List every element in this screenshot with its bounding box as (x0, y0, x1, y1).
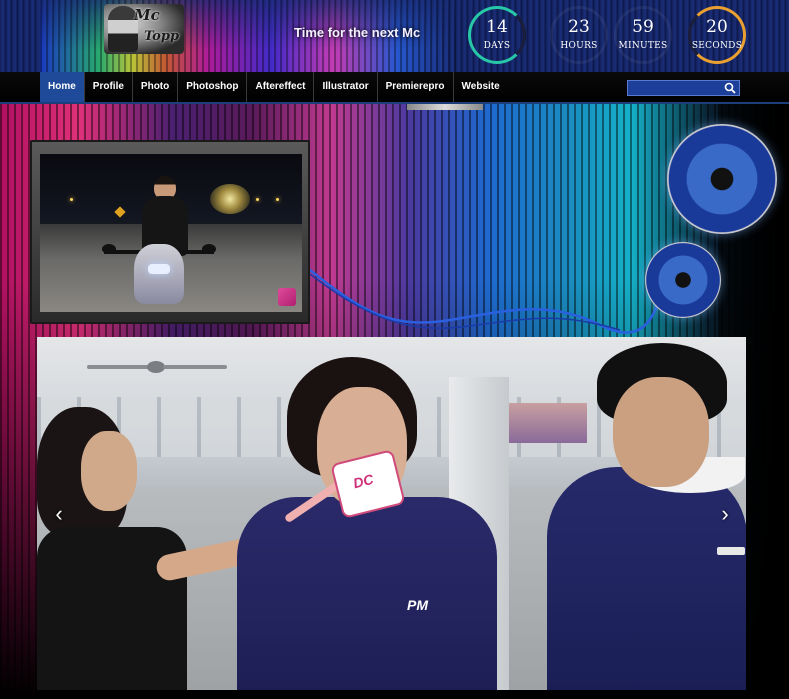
slide-person-interviewee: PM (237, 357, 497, 690)
person-face (81, 431, 137, 511)
video-screen[interactable] (40, 154, 302, 312)
header-tagline: Time for the next Mc (294, 25, 421, 40)
countdown-hours: 23 HOURS (550, 6, 608, 64)
countdown-minutes: 59 MINUTES (614, 6, 672, 64)
nav-item-profile[interactable]: Profile (85, 72, 133, 102)
search-icon[interactable] (723, 81, 737, 95)
main-nav: Home Profile Photo Photoshop Aftereffect… (0, 72, 789, 104)
countdown-days-value: 14 (486, 17, 508, 37)
countdown-days: 14 DAYS (468, 6, 526, 64)
nav-item-photo[interactable]: Photo (133, 72, 179, 102)
video-player[interactable] (30, 140, 310, 324)
video-scene-tree (210, 184, 250, 214)
countdown-seconds-label: SECONDS (691, 41, 743, 51)
video-logo-icon (278, 288, 296, 306)
search-box (627, 80, 740, 96)
person-shirt (37, 527, 187, 690)
nav-item-home[interactable]: Home (40, 72, 85, 102)
slide-person-bystander (517, 337, 746, 690)
bike-headlight (148, 264, 170, 274)
nav-item-illustrator[interactable]: Illustrator (314, 72, 378, 102)
site-logo[interactable]: Mc Topp (104, 4, 184, 54)
countdown-minutes-label: MINUTES (618, 41, 668, 51)
shirt-emblem: PM (407, 597, 428, 613)
video-scene-lamp (256, 198, 259, 201)
countdown-seconds-value: 20 (706, 17, 728, 37)
speaker-large-icon (667, 124, 777, 234)
search-input[interactable] (628, 81, 724, 95)
person-shirt (237, 497, 497, 690)
site-header: Mc Topp Time for the next Mc 14 DAYS 23 … (0, 0, 789, 72)
bike-fairing (134, 244, 184, 304)
chevron-left-icon[interactable]: ‹ (48, 498, 70, 530)
image-slider[interactable]: PM (37, 337, 746, 690)
speaker-cable (309, 249, 672, 334)
slider-bottom-bar (37, 690, 746, 699)
fan-blade (87, 365, 149, 369)
bike-mirror (202, 244, 216, 254)
logo-text-line2: Topp (144, 29, 180, 44)
countdown-hours-value: 23 (568, 17, 590, 37)
nav-item-photoshop[interactable]: Photoshop (178, 72, 248, 102)
nav-item-premierepro[interactable]: Premierepro (378, 72, 454, 102)
shirt-badge (717, 547, 745, 555)
speaker-small-icon (645, 242, 721, 318)
video-scene-lamp (276, 198, 279, 201)
countdown-hours-label: HOURS (560, 41, 598, 51)
nav-list: Home Profile Photo Photoshop Aftereffect… (40, 72, 508, 102)
nav-item-website[interactable]: Website (454, 72, 508, 102)
person-face (613, 377, 709, 487)
ceiling-fan-icon (87, 361, 227, 375)
video-scene-lamp (70, 198, 73, 201)
logo-text-line1: Mc (134, 6, 160, 24)
microphone-flag-text: DC (351, 470, 376, 492)
nav-item-aftereffect[interactable]: Aftereffect (247, 72, 315, 102)
logo-text: Mc Topp (134, 4, 184, 48)
slide-person-interviewer (37, 407, 307, 690)
countdown-timer: 14 DAYS 23 HOURS 59 MINUTES 20 SECONDS (466, 6, 756, 64)
countdown-minutes-value: 59 (632, 17, 654, 37)
bike-mirror (102, 244, 116, 254)
video-scene-motorbike (102, 244, 216, 312)
nav-underline-deco (407, 104, 483, 110)
countdown-days-label: DAYS (483, 41, 511, 51)
countdown-seconds: 20 SECONDS (688, 6, 746, 64)
chevron-right-icon[interactable]: › (714, 498, 736, 530)
fan-blade (163, 365, 227, 369)
